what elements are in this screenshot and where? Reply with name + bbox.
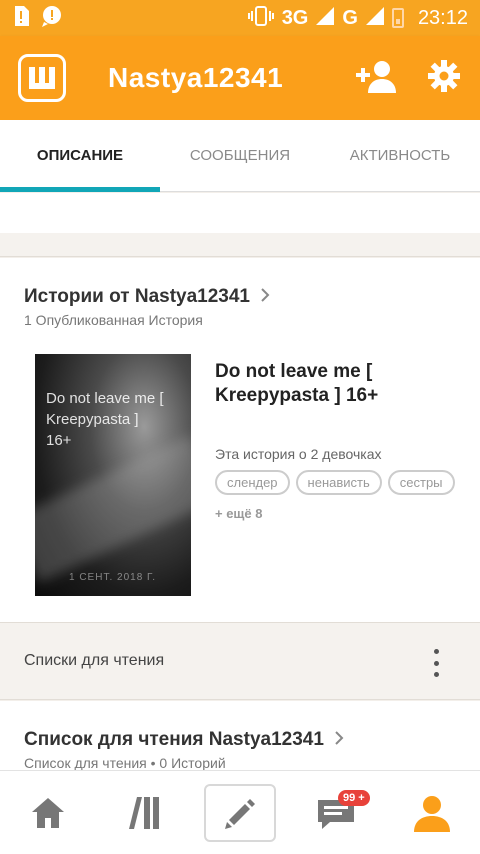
more-options-icon[interactable]: [424, 649, 448, 677]
tab-activity[interactable]: АКТИВНОСТЬ: [320, 120, 480, 191]
tab-messages[interactable]: СООБЩЕНИЯ: [160, 120, 320, 191]
pencil-icon[interactable]: [204, 783, 276, 842]
notification-badge: 99 +: [338, 789, 370, 806]
stories-count: 1 Опубликованная История: [24, 312, 203, 328]
battery-icon: [391, 8, 404, 28]
reading-lists-title: Списки для чтения: [24, 652, 165, 669]
tab-bar: ОПИСАНИЕ СООБЩЕНИЯ АКТИВНОСТЬ: [0, 120, 480, 192]
tab-description[interactable]: ОПИСАНИЕ: [0, 120, 160, 192]
chevron-right-icon: [334, 730, 344, 751]
page-title: Nastya12341: [108, 62, 284, 93]
cover-title: Do not leave me [ Kreepypasta ] 16+: [46, 390, 164, 449]
vibrate-icon: [247, 5, 274, 32]
profile-icon[interactable]: [396, 784, 468, 842]
reading-list-header: Список для чтения Nastya12341: [24, 729, 344, 751]
clock: 23:12: [417, 6, 468, 29]
add-person-icon[interactable]: [356, 59, 398, 98]
story-title[interactable]: Do not leave me [ Kreepypasta ] 16+: [215, 360, 465, 408]
sd-card-icon: [12, 5, 30, 32]
signal-icon: [316, 6, 335, 30]
status-bar: 3G G 23:12: [0, 0, 480, 36]
reading-list-title: Список для чтения Nastya12341: [24, 729, 324, 750]
app-bar: Nastya12341: [0, 36, 480, 120]
section-divider: [0, 233, 480, 257]
chevron-right-icon: [260, 287, 270, 308]
library-icon[interactable]: [108, 784, 180, 842]
notification-icon: [40, 5, 64, 32]
network-3g-label: 3G: [281, 6, 309, 29]
tag-chip[interactable]: ненависть: [295, 470, 382, 495]
stories-header[interactable]: Истории от Nastya12341: [24, 286, 270, 308]
story-cover[interactable]: Do not leave me [ Kreepypasta ] 16+ 1 СЕ…: [35, 354, 191, 596]
story-description: Эта история о 2 девочках: [215, 446, 382, 462]
tag-chip[interactable]: сестры: [387, 470, 455, 495]
reading-list-item[interactable]: Список для чтения Nastya12341 Список для…: [0, 701, 480, 771]
messages-icon[interactable]: 99 +: [300, 784, 372, 842]
signal-icon-2: [365, 6, 384, 30]
story-tags: слендер ненависть сестры: [215, 470, 455, 495]
bottom-navigation: 99 +: [0, 770, 480, 854]
reading-lists-header: Списки для чтения: [0, 622, 480, 700]
stories-section: Истории от Nastya12341 1 Опубликованная …: [0, 258, 480, 622]
gear-icon[interactable]: [428, 59, 460, 97]
reading-list-subtitle: Список для чтения • 0 Историй: [24, 755, 226, 771]
network-g-label: G: [342, 6, 358, 29]
home-icon[interactable]: [12, 784, 84, 842]
more-tags-link[interactable]: + ещё 8: [215, 506, 262, 521]
description-content: [0, 193, 480, 233]
wattpad-logo-icon[interactable]: [18, 54, 66, 102]
stories-title: Истории от Nastya12341: [24, 286, 250, 307]
tag-chip[interactable]: слендер: [215, 470, 290, 495]
cover-stamp: 1 СЕНТ. 2018 Г.: [69, 572, 157, 583]
